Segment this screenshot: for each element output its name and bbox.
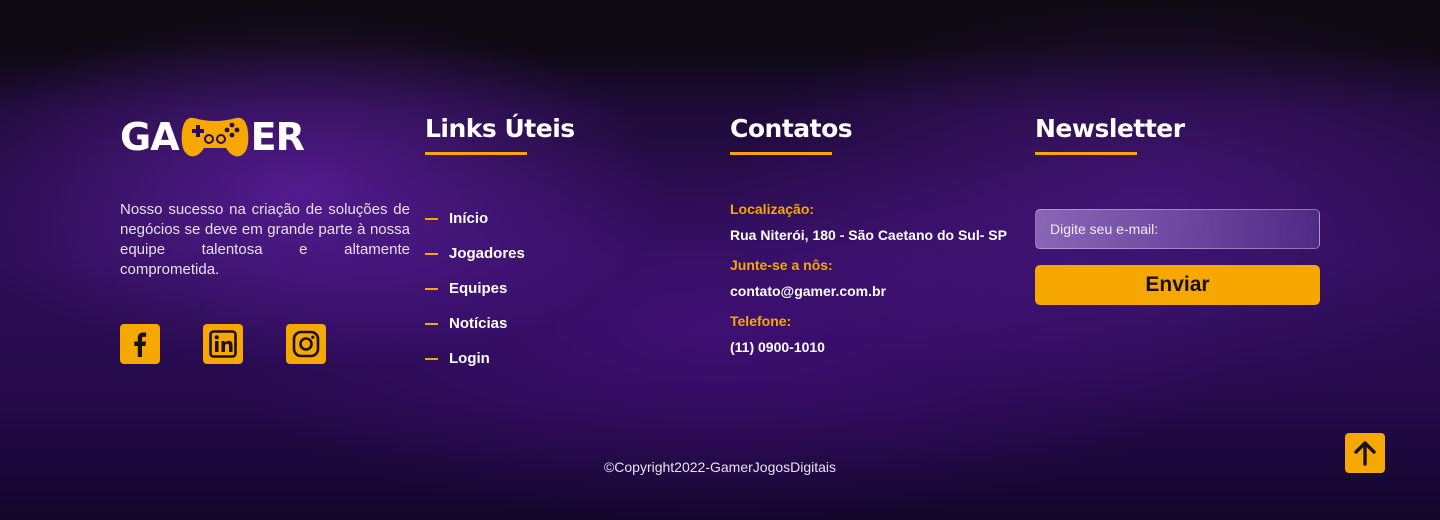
link-jogadores[interactable]: Jogadores: [425, 236, 705, 271]
join-label: Junte-se a nôs:: [730, 257, 833, 273]
contacts-heading-underline: [730, 152, 832, 155]
arrow-up-icon: [1354, 441, 1376, 466]
useful-links-list: Início Jogadores Equipes Notícias Login: [425, 201, 705, 376]
link-label: Jogadores: [449, 245, 525, 262]
newsletter-column: Newsletter Enviar: [1035, 112, 1320, 305]
link-noticias[interactable]: Notícias: [425, 306, 705, 341]
copyright-text: ©Copyright2022-GamerJogosDigitais: [603, 459, 837, 475]
logo-text-left: GA: [120, 115, 180, 159]
link-label: Início: [449, 210, 489, 227]
facebook-icon: [134, 332, 147, 357]
newsletter-heading: Newsletter: [1035, 114, 1185, 143]
linkedin-icon: [209, 330, 237, 358]
instagram-icon: [292, 330, 320, 358]
facebook-button[interactable]: [120, 324, 160, 364]
link-equipes[interactable]: Equipes: [425, 271, 705, 306]
contacts-heading: Contatos: [730, 114, 853, 143]
location-label: Localização:: [730, 201, 815, 217]
brand-column: GA ER Nosso sucesso na criação de soluçõ…: [120, 112, 410, 364]
phone-label: Telefone:: [730, 313, 792, 329]
link-inicio[interactable]: Início: [425, 201, 705, 236]
newsletter-send-button[interactable]: Enviar: [1035, 265, 1320, 305]
links-heading: Links Úteis: [425, 114, 575, 143]
newsletter-heading-underline: [1035, 152, 1137, 155]
links-column: Links Úteis Início Jogadores Equipes Not…: [425, 112, 705, 376]
email-link[interactable]: contato@gamer.com.br: [730, 277, 1030, 313]
social-links: [120, 324, 410, 364]
location-value: Rua Niterói, 180 - São Caetano do Sul- S…: [730, 227, 1007, 243]
contact-info: Localização: Rua Niterói, 180 - São Caet…: [730, 201, 1030, 369]
gamepad-icon: [180, 112, 250, 163]
dash-icon: [425, 357, 438, 360]
contacts-column: Contatos Localização: Rua Niterói, 180 -…: [730, 112, 1030, 369]
linkedin-button[interactable]: [203, 324, 243, 364]
dash-icon: [425, 322, 438, 325]
dash-icon: [425, 287, 438, 290]
logo-text-right: ER: [250, 115, 305, 159]
back-to-top-button[interactable]: [1345, 433, 1385, 473]
link-label: Login: [449, 350, 490, 367]
phone-value: (11) 0900-1010: [730, 339, 825, 355]
link-label: Equipes: [449, 280, 508, 297]
instagram-button[interactable]: [286, 324, 326, 364]
dash-icon: [425, 217, 438, 220]
logo[interactable]: GA ER: [120, 112, 410, 162]
link-label: Notícias: [449, 315, 508, 332]
link-login[interactable]: Login: [425, 341, 705, 376]
about-text: Nosso sucesso na criação de soluções de …: [120, 201, 410, 278]
dash-icon: [425, 252, 438, 255]
newsletter-email-input[interactable]: [1035, 209, 1320, 249]
links-heading-underline: [425, 152, 527, 155]
